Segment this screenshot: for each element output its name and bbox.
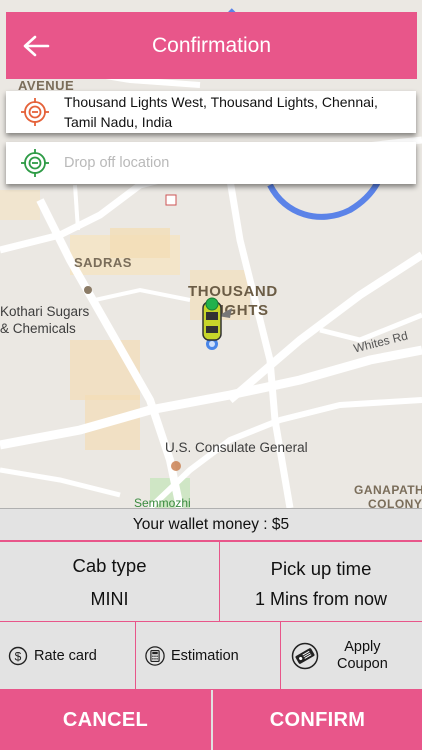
svg-text:$: $ [15,649,22,663]
cab-type-value: MINI [90,589,129,609]
map-label-kothari-line1: Kothari Sugars [0,304,90,319]
cab-car-icon[interactable] [196,296,236,356]
apply-coupon-label-line1: Apply [344,638,381,655]
map-label-consulate: U.S. Consulate General [165,440,308,455]
map-label-kothari-line2: & Chemicals [0,321,76,336]
pickup-address: Thousand Lights West, Thousand Lights, C… [64,92,378,132]
rate-card-label: Rate card [34,647,97,664]
coupon-icon [291,642,319,670]
apply-coupon-label-line2: Coupon [337,655,388,672]
calculator-icon [145,645,165,666]
cab-type-selector[interactable]: Cab type MINI [0,542,220,622]
cancel-button[interactable]: CANCEL [0,690,211,750]
wallet-balance: Your wallet money : $5 [0,508,422,542]
dropoff-placeholder: Drop off location [64,155,170,171]
map-label-semmozhi: Semmozhi [134,496,191,508]
booking-panel: Your wallet money : $5 Cab type MINI Pic… [0,508,422,750]
map-label-kothari: Kothari Sugars & Chemicals [0,303,89,337]
map-label-ganapathy-line1: GANAPATH [354,483,422,497]
app-header: Confirmation [6,12,417,79]
cab-type-title: Cab type [72,555,147,576]
dollar-icon: $ [8,646,28,666]
back-button[interactable] [6,12,66,79]
estimation-button[interactable]: Estimation [136,622,281,690]
apply-coupon-button[interactable]: Apply Coupon [281,622,422,690]
confirm-button[interactable]: CONFIRM [213,690,422,750]
dropoff-location-field[interactable]: Drop off location [6,142,416,184]
pickup-address-line2: Tamil Nadu, India [64,114,173,130]
map-label-ganapathy: GANAPATH COLONY [354,483,422,508]
dropoff-target-icon [6,148,64,178]
page-title: Confirmation [151,34,272,57]
map-label-ganapathy-line2: COLONY [368,497,422,508]
apply-coupon-label: Apply Coupon [337,639,388,673]
pickup-time-value: 1 Mins from now [254,589,388,609]
rate-card-button[interactable]: $ Rate card [0,622,136,690]
map-label-sadras: SADRAS [74,255,132,270]
arrow-left-icon [23,35,50,56]
pickup-address-line1: Thousand Lights West, Thousand Lights, C… [64,94,378,110]
pickup-target-icon [6,97,64,127]
pickup-time-title: Pick up time [270,558,372,579]
pickup-time-selector[interactable]: Pick up time 1 Mins from now [220,542,422,622]
pickup-location-field[interactable]: Thousand Lights West, Thousand Lights, C… [6,91,416,133]
estimation-label: Estimation [171,647,239,664]
